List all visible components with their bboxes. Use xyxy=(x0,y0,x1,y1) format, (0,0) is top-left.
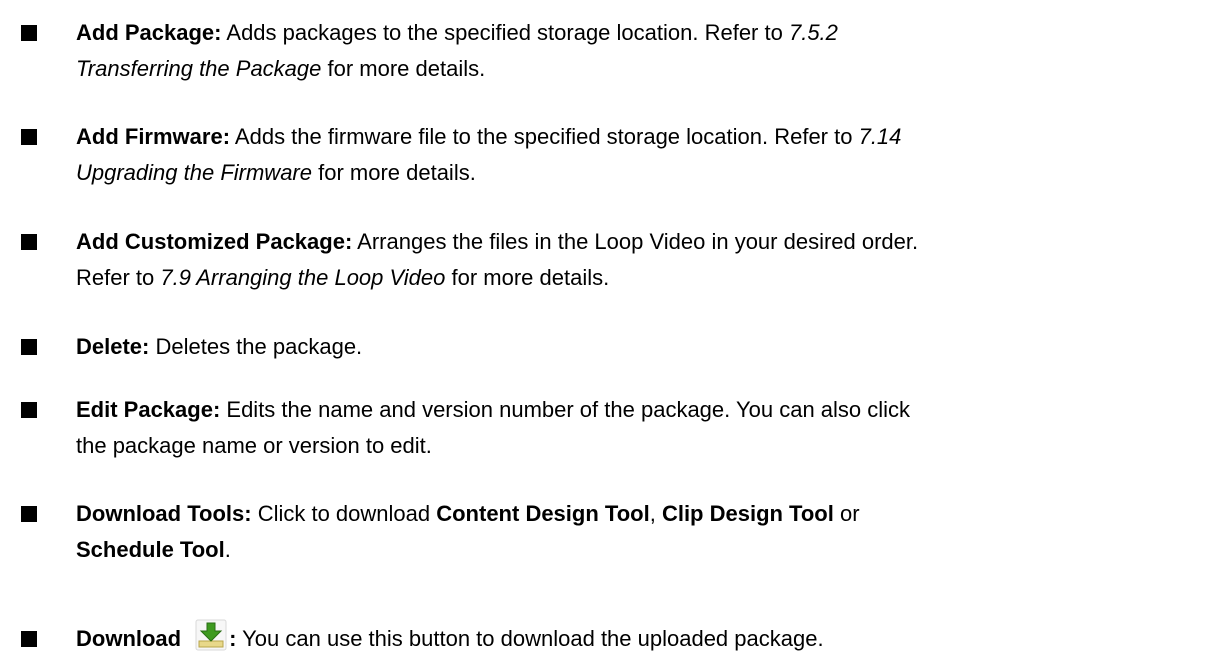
bullet-icon xyxy=(21,25,37,41)
bullet-icon xyxy=(21,402,37,418)
section-reference: 7.9 Arranging the Loop Video xyxy=(160,265,446,290)
item-label: Add Customized Package: xyxy=(76,229,353,254)
tool-name-clip-design: Clip Design Tool xyxy=(661,501,834,526)
tool-name-schedule: Schedule Tool xyxy=(76,537,225,562)
item-label: Download Tools: xyxy=(76,501,252,526)
tool-name-content-design: Content Design Tool xyxy=(436,501,650,526)
section-reference: 7.5.2 xyxy=(788,20,838,45)
bullet-icon xyxy=(21,339,37,355)
section-reference-title: Transferring the Package xyxy=(76,56,322,81)
item-label: Download xyxy=(76,626,182,651)
bullet-icon xyxy=(21,234,37,250)
item-label: Edit Package: xyxy=(76,397,221,422)
section-reference-title: Upgrading the Firmware xyxy=(76,160,312,185)
download-arrow-icon[interactable] xyxy=(195,619,227,651)
section-reference: 7.14 xyxy=(858,124,902,149)
bullet-icon xyxy=(21,506,37,522)
bullet-icon xyxy=(21,631,37,647)
item-label: Delete: xyxy=(76,334,150,359)
item-label: Add Firmware: xyxy=(76,124,231,149)
item-label: Add Package: xyxy=(76,20,222,45)
bullet-icon xyxy=(21,129,37,145)
